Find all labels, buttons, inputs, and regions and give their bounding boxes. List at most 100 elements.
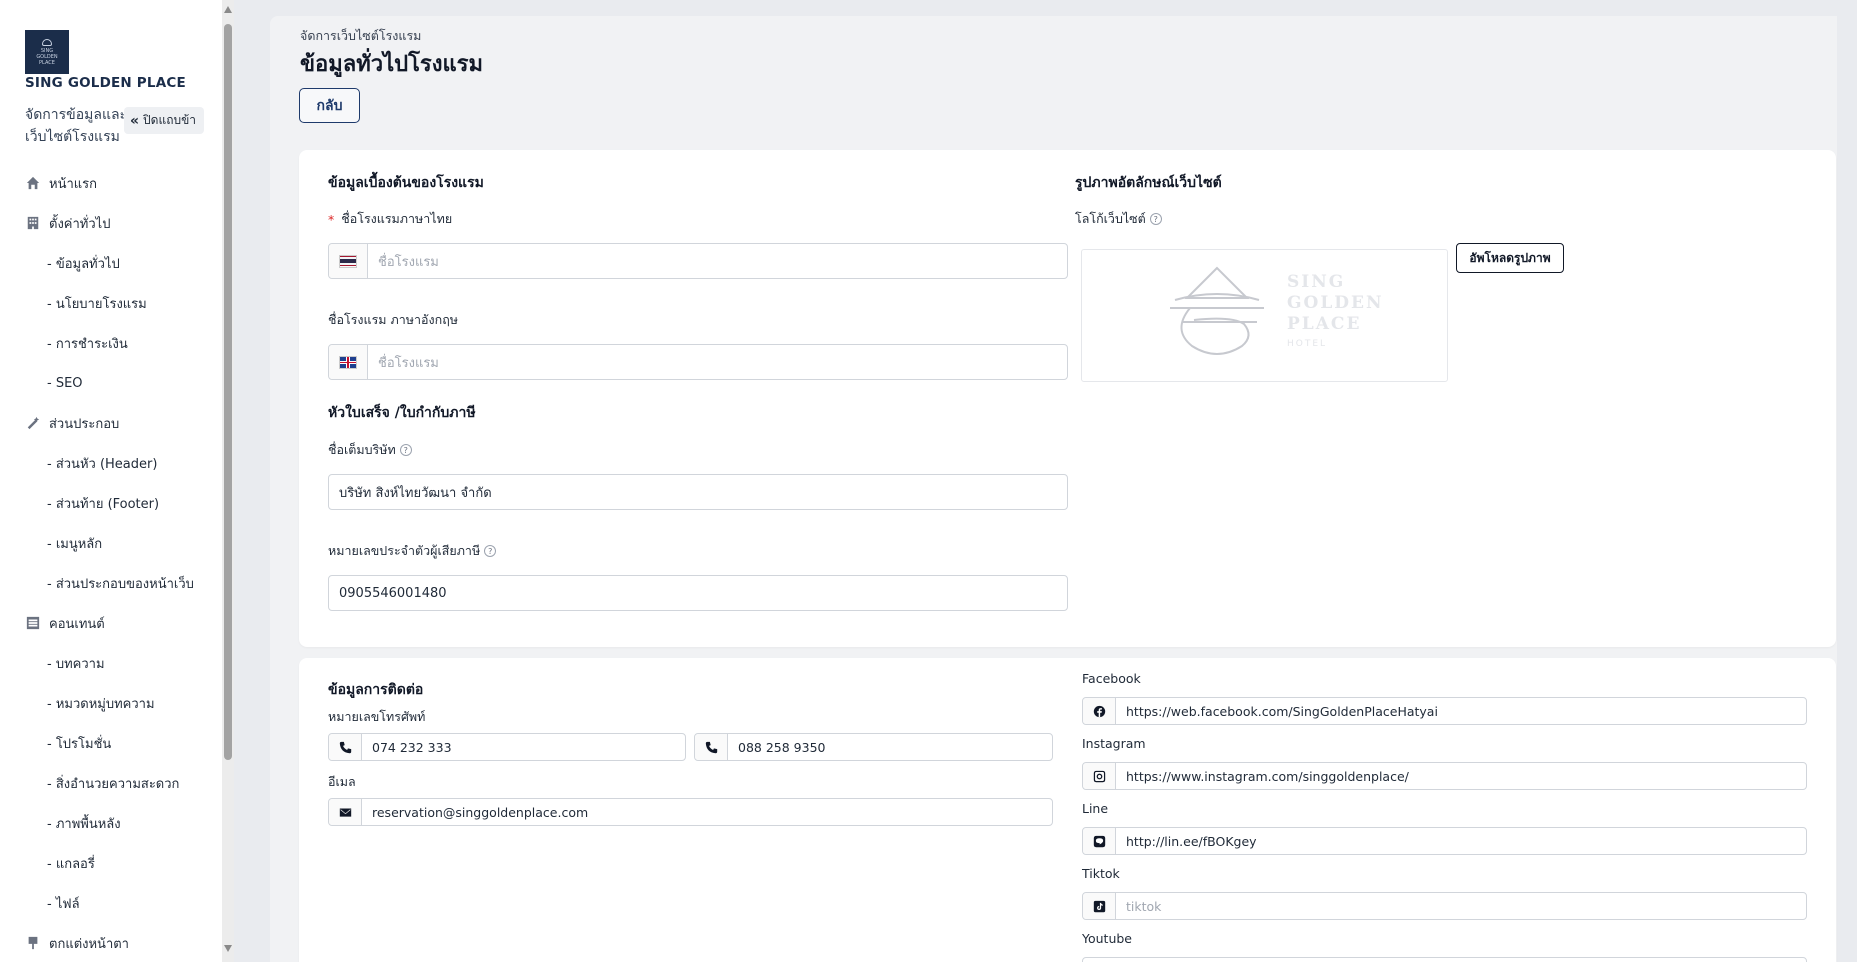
sidebar-item-hotel-policy[interactable]: - นโยบายโรงแรม xyxy=(0,283,222,323)
line-label-text: Line xyxy=(1082,801,1109,816)
sidebar-item-label: หน้าแรก xyxy=(49,176,97,192)
sidebar-nav: หน้าแรก ตั้งค่าทั่วไป - ข้อมูลทั่วไป - น… xyxy=(0,163,222,962)
chevrons-left-icon: « xyxy=(130,112,140,129)
youtube-label-text: Youtube xyxy=(1082,931,1132,946)
sidebar-item-label: - การชำระเงิน xyxy=(47,336,128,352)
tiktok-field[interactable]: tiktok xyxy=(1082,892,1807,920)
scrollbar-thumb[interactable] xyxy=(224,24,232,760)
facebook-icon xyxy=(1083,698,1116,724)
youtube-field[interactable] xyxy=(1082,957,1807,962)
help-icon[interactable]: ? xyxy=(1149,213,1162,225)
instagram-icon xyxy=(1083,763,1116,789)
tiktok-placeholder: tiktok xyxy=(1126,898,1162,914)
sidebar-item-label: - เมนูหลัก xyxy=(47,536,103,552)
scroll-down-arrow-icon[interactable] xyxy=(224,945,232,952)
sidebar-item-home[interactable]: หน้าแรก xyxy=(0,163,222,203)
brand-subtitle: จัดการข้อมูลและเว็บไซต์โรงแรม xyxy=(25,107,128,145)
company-field[interactable]: บริษัท สิงห์ไทยวัฒนา จำกัด xyxy=(328,474,1068,510)
email-value: reservation@singgoldenplace.com xyxy=(372,804,589,820)
tiktok-label-text: Tiktok xyxy=(1082,866,1120,881)
sidebar-item-general-info[interactable]: - ข้อมูลทั่วไป xyxy=(0,243,222,283)
logo-text: GOLDEN xyxy=(1287,293,1384,313)
sidebar-scrollbar[interactable] xyxy=(222,0,234,962)
youtube-label: Youtube xyxy=(1082,931,1132,946)
tax-id-label-text: หมายเลขประจำตัวผู้เสียภาษี xyxy=(328,543,481,558)
collapse-label: ปิดแถบข้า xyxy=(143,113,197,127)
sidebar-item-payment[interactable]: - การชำระเงิน xyxy=(0,323,222,363)
line-field[interactable]: http://lin.ee/fBOKgey xyxy=(1082,827,1807,855)
company-label-text: ชื่อเต็มบริษัท xyxy=(328,442,396,457)
line-value: http://lin.ee/fBOKgey xyxy=(1126,833,1257,849)
sidebar-item-page-components[interactable]: - ส่วนประกอบของหน้าเว็บ xyxy=(0,563,222,603)
tax-id-field[interactable]: 0905546001480 xyxy=(328,575,1068,611)
instagram-value: https://www.instagram.com/singgoldenplac… xyxy=(1126,768,1409,784)
sidebar-item-label: - ไฟล์ xyxy=(47,896,80,912)
brand-logo[interactable]: SING GOLDEN PLACE xyxy=(25,30,69,74)
name-en-label: ชื่อโรงแรม ภาษาอังกฤษ xyxy=(328,310,458,330)
sidebar-item-label: คอนเทนต์ xyxy=(49,616,105,632)
sidebar-item-promotions[interactable]: - โปรโมชั่น xyxy=(0,723,222,763)
sidebar-item-content[interactable]: คอนเทนต์ xyxy=(0,603,222,643)
name-th-field[interactable]: ชื่อโรงแรม xyxy=(328,243,1068,279)
name-en-field[interactable]: ชื่อโรงแรม xyxy=(328,344,1068,380)
back-button[interactable]: กลับ xyxy=(299,88,360,123)
upload-image-button[interactable]: อัพโหลดรูปภาพ xyxy=(1456,243,1564,273)
phone2-field[interactable]: 088 258 9350 xyxy=(694,733,1053,761)
company-label: ชื่อเต็มบริษัท ? xyxy=(328,440,412,460)
phone1-field[interactable]: 074 232 333 xyxy=(328,733,686,761)
sidebar-item-header[interactable]: - ส่วนหัว (Header) xyxy=(0,443,222,483)
building-icon xyxy=(25,215,41,231)
hotel-logo-image: SING GOLDEN PLACE HOTEL xyxy=(1170,266,1384,355)
sidebar-item-label: - ส่วนหัว (Header) xyxy=(47,456,158,472)
name-th-placeholder: ชื่อโรงแรม xyxy=(378,254,439,270)
scroll-up-arrow-icon[interactable] xyxy=(224,6,232,13)
hotel-info-card xyxy=(299,150,1836,647)
sidebar-item-label: - SEO xyxy=(47,375,83,391)
sidebar-item-label: - ข้อมูลทั่วไป xyxy=(47,256,120,272)
sidebar-item-label: - โปรโมชั่น xyxy=(47,736,112,752)
sidebar-item-appearance[interactable]: ตกแต่งหน้าตา xyxy=(0,923,222,962)
email-field[interactable]: reservation@singgoldenplace.com xyxy=(328,798,1053,826)
sidebar-item-articles[interactable]: - บทความ xyxy=(0,643,222,683)
envelope-icon xyxy=(329,799,362,825)
tax-id-value: 0905546001480 xyxy=(339,585,447,601)
phone-icon xyxy=(695,734,728,760)
sidebar-item-label: - หมวดหมู่บทความ xyxy=(47,696,155,712)
page-title: ข้อมูลทั่วไปโรงแรม xyxy=(300,52,483,77)
breadcrumb[interactable]: จัดการเว็บไซต์โรงแรม xyxy=(300,26,421,46)
facebook-field[interactable]: https://web.facebook.com/SingGoldenPlace… xyxy=(1082,697,1807,725)
sidebar-item-label: - ส่วนท้าย (Footer) xyxy=(47,496,160,512)
sidebar-item-label: - ส่วนประกอบของหน้าเว็บ xyxy=(47,576,194,592)
basic-info-title: ข้อมูลเบื้องต้นของโรงแรม xyxy=(328,175,484,191)
phone-label-text: หมายเลขโทรศัพท์ xyxy=(328,709,426,724)
sidebar-item-files[interactable]: - ไฟล์ xyxy=(0,883,222,923)
sidebar-item-label: - บทความ xyxy=(47,656,105,672)
sidebar-item-general-settings[interactable]: ตั้งค่าทั่วไป xyxy=(0,203,222,243)
sidebar-item-components[interactable]: ส่วนประกอบ xyxy=(0,403,222,443)
instagram-field[interactable]: https://www.instagram.com/singgoldenplac… xyxy=(1082,762,1807,790)
phone1-value: 074 232 333 xyxy=(372,739,452,755)
tax-id-label: หมายเลขประจำตัวผู้เสียภาษี ? xyxy=(328,541,497,561)
website-logo-preview[interactable]: SING GOLDEN PLACE HOTEL xyxy=(1081,249,1448,382)
logo-mark-icon xyxy=(42,38,52,46)
sidebar-item-backgrounds[interactable]: - ภาพพื้นหลัง xyxy=(0,803,222,843)
phone2-value: 088 258 9350 xyxy=(738,739,826,755)
line-icon xyxy=(1083,828,1116,854)
logo-line: PLACE xyxy=(39,59,55,66)
phone-icon xyxy=(329,734,362,760)
sidebar-item-label: - ภาพพื้นหลัง xyxy=(47,816,121,832)
sidebar-item-label: - สิ่งอำนวยความสะดวก xyxy=(47,776,180,792)
help-icon[interactable]: ? xyxy=(399,444,412,456)
sidebar-item-footer[interactable]: - ส่วนท้าย (Footer) xyxy=(0,483,222,523)
sidebar-item-seo[interactable]: - SEO xyxy=(0,363,222,403)
help-icon[interactable]: ? xyxy=(484,545,497,557)
collapse-sidebar-button[interactable]: « ปิดแถบข้า xyxy=(124,107,205,134)
sidebar-item-label: ส่วนประกอบ xyxy=(49,416,120,432)
sidebar-item-main-menu[interactable]: - เมนูหลัก xyxy=(0,523,222,563)
name-en-label-text: ชื่อโรงแรม ภาษาอังกฤษ xyxy=(328,312,459,327)
sidebar-item-gallery[interactable]: - แกลอรี่ xyxy=(0,843,222,883)
contact-title: ข้อมูลการติดต่อ xyxy=(328,682,424,698)
sidebar-item-article-categories[interactable]: - หมวดหมู่บทความ xyxy=(0,683,222,723)
sidebar-item-facilities[interactable]: - สิ่งอำนวยความสะดวก xyxy=(0,763,222,803)
instagram-label-text: Instagram xyxy=(1082,736,1146,751)
